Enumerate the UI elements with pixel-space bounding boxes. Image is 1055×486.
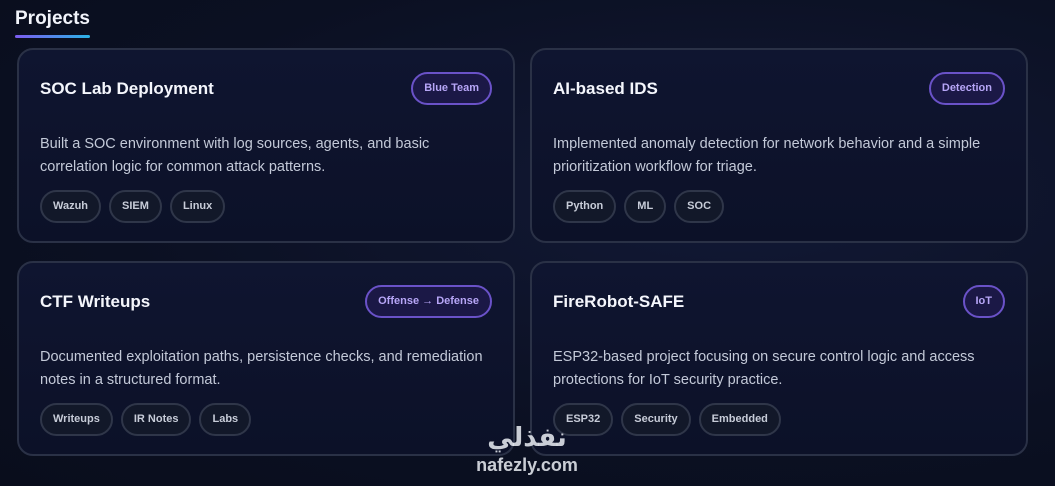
- watermark-logo-arabic: نفذلي: [487, 422, 567, 452]
- project-badge: Detection: [928, 72, 1005, 105]
- tag-chip: Python: [553, 190, 617, 223]
- tag-chip: Wazuh: [40, 190, 102, 223]
- project-badge: IoT: [962, 285, 1005, 318]
- tag-chip: Security: [621, 403, 691, 436]
- tag-chip: SIEM: [109, 190, 162, 223]
- title-underline: [15, 35, 90, 38]
- tag-chip: Writeups: [40, 403, 113, 436]
- project-description: Documented exploitation paths, persisten…: [40, 349, 483, 388]
- section-title: Projects: [15, 8, 90, 29]
- project-title: SOC Lab Deployment: [40, 79, 214, 98]
- project-title: FireRobot-SAFE: [553, 292, 685, 311]
- project-description: Built a SOC environment with log sources…: [40, 136, 430, 175]
- project-card-firerobot-safe[interactable]: FireRobot-SAFE IoT ESP32-based project f…: [530, 261, 1028, 456]
- project-badge: Blue Team: [411, 72, 492, 105]
- tag-chip: Embedded: [698, 403, 781, 436]
- project-card-ctf-writeups[interactable]: CTF Writeups Offense → Defense Documente…: [17, 261, 515, 456]
- tag-chip: SOC: [674, 190, 725, 223]
- project-badge: Offense → Defense: [365, 285, 492, 318]
- page: Projects SOC Lab Deployment Blue Team Bu…: [0, 0, 1055, 486]
- tag-chip: Labs: [199, 403, 252, 436]
- tag-list: Wazuh SIEM Linux: [40, 190, 226, 223]
- watermark-logo-text: nafezly.com: [476, 455, 578, 475]
- tag-chip: Linux: [169, 190, 226, 223]
- tag-list: Python ML SOC: [553, 190, 725, 223]
- tag-list: Writeups IR Notes Labs: [40, 403, 252, 436]
- project-description: Implemented anomaly detection for networ…: [553, 136, 981, 175]
- nafezly-watermark: نفذلي nafezly.com: [462, 420, 592, 482]
- project-description: ESP32-based project focusing on secure c…: [553, 349, 975, 388]
- project-card-ai-ids[interactable]: AI-based IDS Detection Implemented anoma…: [530, 48, 1028, 243]
- tag-chip: ML: [624, 190, 667, 223]
- project-title: CTF Writeups: [40, 292, 151, 311]
- tag-chip: IR Notes: [120, 403, 192, 436]
- project-title: AI-based IDS: [553, 79, 658, 98]
- project-card-soc-lab[interactable]: SOC Lab Deployment Blue Team Built a SOC…: [17, 48, 515, 243]
